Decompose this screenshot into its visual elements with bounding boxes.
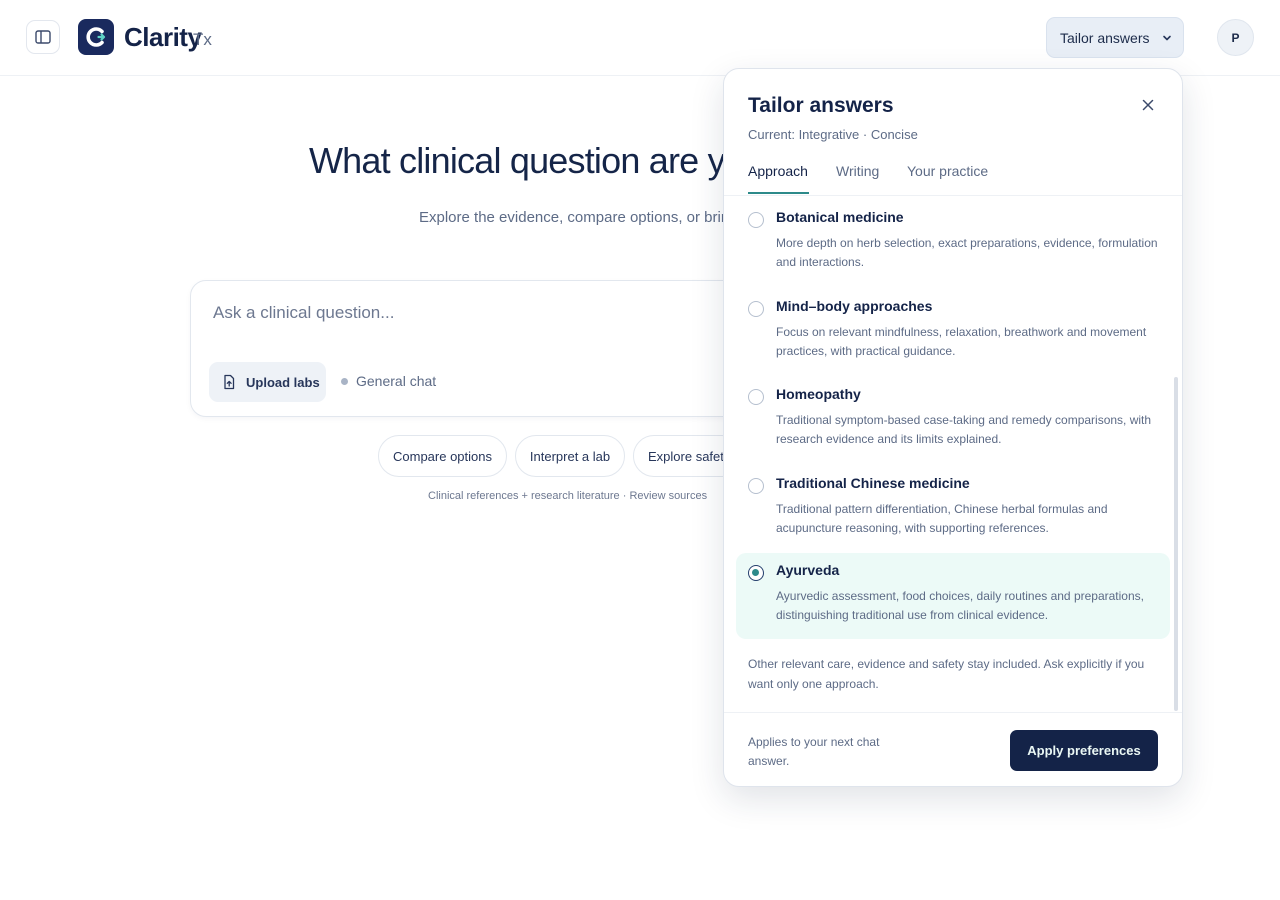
approach-option-homeopathy[interactable]: Homeopathy Traditional symptom-based cas… xyxy=(736,377,1170,463)
close-icon xyxy=(1142,99,1154,111)
question-input[interactable]: Ask a clinical question... xyxy=(213,303,394,323)
option-title: Ayurveda xyxy=(776,562,840,578)
approach-option-botanical[interactable]: Botanical medicine More depth on herb se… xyxy=(736,200,1170,286)
radio-button-selected[interactable] xyxy=(748,565,764,581)
radio-button[interactable] xyxy=(748,301,764,317)
current-preferences: Current: Integrative · Concise xyxy=(748,127,918,142)
sidebar-toggle-button[interactable] xyxy=(26,20,60,54)
option-description: Focus on relevant mindfulness, relaxatio… xyxy=(776,325,1147,358)
option-description: More depth on herb selection, exact prep… xyxy=(776,236,1158,269)
option-title: Botanical medicine xyxy=(776,209,904,225)
upload-labs-button[interactable]: Upload labs xyxy=(209,362,326,402)
upload-labs-label: Upload labs xyxy=(246,374,320,390)
apply-preferences-button[interactable]: Apply preferences xyxy=(1010,730,1158,771)
status-dot-icon xyxy=(341,377,348,385)
option-title: Homeopathy xyxy=(776,386,861,402)
chevron-down-icon xyxy=(1163,35,1172,40)
sources-footnote: Clinical references + research literatur… xyxy=(428,490,708,502)
file-upload-icon xyxy=(224,374,235,390)
suggestion-chip[interactable]: Compare options xyxy=(378,435,507,477)
logo-icon xyxy=(78,19,114,55)
chat-mode-selector[interactable]: General chat xyxy=(341,373,436,389)
page-subtitle: Explore the evidence, compare options, o… xyxy=(419,209,730,226)
tab-writing[interactable]: Writing xyxy=(836,163,879,179)
included-care-note: Other relevant care, evidence and safety… xyxy=(748,657,1145,691)
suggestion-chip[interactable]: Interpret a lab xyxy=(515,435,625,477)
tab-your-practice[interactable]: Your practice xyxy=(907,163,988,179)
option-description: Traditional symptom-based case-taking an… xyxy=(776,413,1152,446)
popover-footer: Applies to your next chat answer. Apply … xyxy=(724,712,1182,786)
preference-tabs: Approach Writing Your practice xyxy=(724,161,1182,196)
brand-name: Clarity xyxy=(124,22,202,52)
tailor-answers-popover: Tailor answers Current: Integrative · Co… xyxy=(723,68,1183,787)
radio-button[interactable] xyxy=(748,212,764,228)
approach-option-mind-body[interactable]: Mind–body approaches Focus on relevant m… xyxy=(736,289,1170,375)
option-description: Traditional pattern differentiation, Chi… xyxy=(776,502,1108,535)
page-title: What clinical question are yo xyxy=(309,140,745,181)
avatar[interactable]: P xyxy=(1217,19,1254,56)
tailor-answers-button[interactable]: Tailor answers xyxy=(1046,17,1184,58)
chat-mode-label: General chat xyxy=(356,373,437,389)
option-title: Traditional Chinese medicine xyxy=(776,475,970,491)
radio-button[interactable] xyxy=(748,389,764,405)
radio-button[interactable] xyxy=(748,478,764,494)
option-title: Mind–body approaches xyxy=(776,298,933,314)
scrollbar[interactable] xyxy=(1174,377,1178,711)
popover-title: Tailor answers xyxy=(748,94,894,117)
top-bar: Clarity Tx Tailor answers P xyxy=(0,0,1280,76)
approach-option-tcm[interactable]: Traditional Chinese medicine Traditional… xyxy=(736,466,1170,552)
sidebar-icon xyxy=(35,30,51,44)
brand-suffix: Tx xyxy=(193,30,212,49)
applies-note: Applies to your next chat answer. xyxy=(748,735,880,768)
tailor-answers-label: Tailor answers xyxy=(1060,29,1150,46)
option-description: Ayurvedic assessment, food choices, dail… xyxy=(776,589,1144,622)
close-button[interactable] xyxy=(1136,93,1160,117)
approach-option-ayurveda[interactable]: Ayurveda Ayurvedic assessment, food choi… xyxy=(736,553,1170,639)
active-tab-indicator xyxy=(748,192,809,194)
tab-approach[interactable]: Approach xyxy=(748,163,808,179)
